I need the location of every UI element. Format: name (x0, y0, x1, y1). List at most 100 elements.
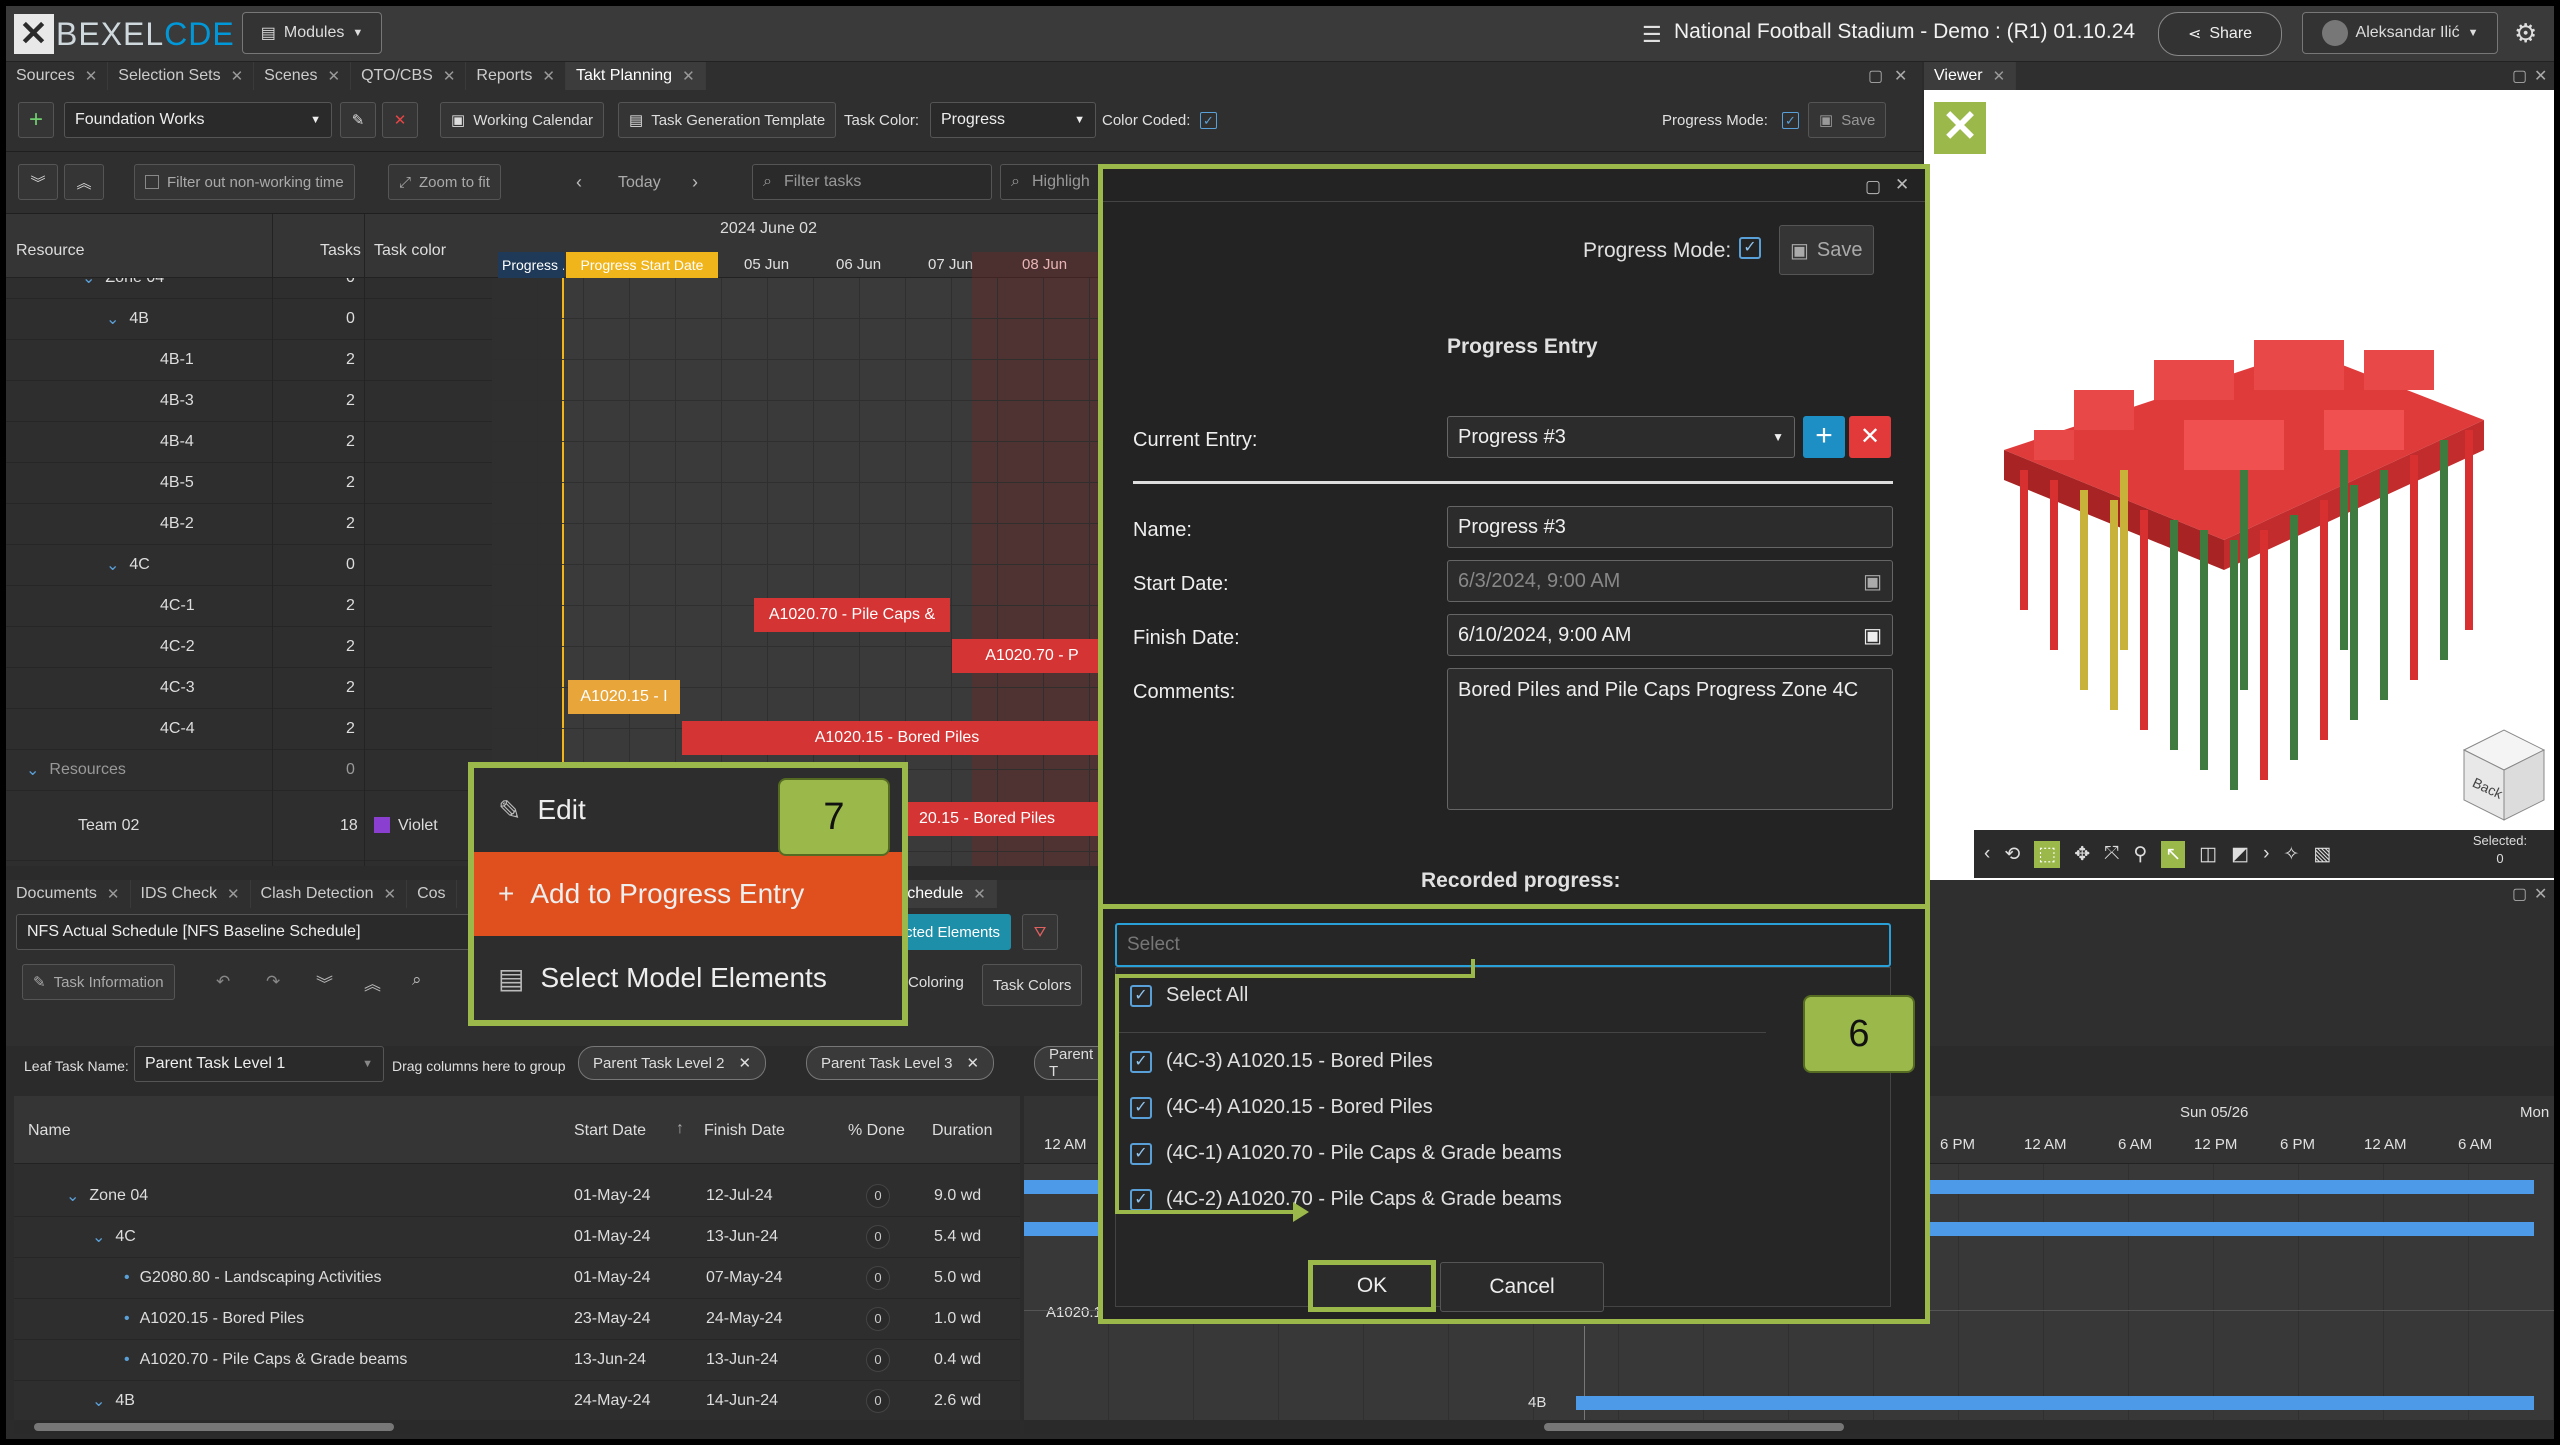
tab-ids-check[interactable]: IDS Check ✕ (131, 880, 251, 908)
tab-qto-cbs[interactable]: QTO/CBS ✕ (351, 62, 467, 90)
comments-textarea[interactable]: Bored Piles and Pile Caps Progress Zone … (1447, 668, 1893, 810)
chevron-down-icon[interactable]: ⌄ (26, 760, 39, 780)
table-row[interactable]: • A1020.70 - Pile Caps & Grade beams 13-Ju… (14, 1340, 1020, 1381)
task-generation-template-button[interactable]: ▤ Task Generation Template (618, 102, 837, 138)
close-panel-icon[interactable]: ✕ (2534, 884, 2547, 904)
maximize-icon[interactable]: ▢ (2512, 66, 2527, 86)
maximize-icon[interactable]: ▢ (1868, 66, 1883, 86)
tab-documents[interactable]: Documents ✕ (6, 880, 131, 908)
table-row[interactable]: 4C-2 2 (6, 627, 492, 668)
orbit-icon[interactable]: ⟲ (2004, 843, 2020, 866)
chevron-down-icon[interactable]: ⌄ (106, 309, 119, 329)
table-row[interactable]: ⌄Zone 040 (6, 278, 492, 299)
progress-mode-checkbox[interactable]: ✓ (1782, 112, 1799, 129)
schedule-grid-scrollbar[interactable] (14, 1420, 1020, 1434)
modules-button[interactable]: ▤ Modules ▼ (242, 12, 382, 54)
tasks-column-header[interactable]: Tasks (320, 242, 361, 260)
table-row[interactable]: 4B-2 2 (6, 504, 492, 545)
calendar-icon[interactable]: ▣ (1863, 623, 1882, 648)
select-icon[interactable]: ⬚ (2034, 840, 2061, 868)
chevron-down-icon[interactable]: ⌄ (92, 1391, 105, 1411)
finish-date-column-header[interactable]: Finish Date (704, 1122, 785, 1140)
table-row[interactable]: • G2080.80 - Landscaping Activities 01-May… (14, 1258, 1020, 1299)
task-color-column-header[interactable]: Task color (374, 242, 446, 260)
maximize-icon[interactable]: ▢ (1865, 177, 1881, 197)
task-bar[interactable]: A1020.15 - I (568, 680, 680, 714)
expand-all-button[interactable]: ︾ (18, 164, 58, 200)
chevron-right-icon[interactable]: › (2263, 843, 2269, 865)
plan-select[interactable]: Foundation Works ▼ (64, 102, 332, 138)
close-icon[interactable]: ✕ (966, 1054, 979, 1072)
menu-icon[interactable]: ☰ (1642, 22, 1662, 48)
sort-asc-icon[interactable]: ↑ (676, 1120, 684, 1138)
table-row[interactable]: ⌄ Resources 0 (6, 750, 492, 791)
user-menu-button[interactable]: Aleksandar Ilić ▼ (2302, 12, 2498, 54)
name-column-header[interactable]: Name (28, 1122, 71, 1140)
table-row[interactable]: 4C-4 2 (6, 709, 492, 750)
close-icon[interactable]: ✕ (973, 885, 986, 903)
close-icon[interactable]: ✕ (682, 67, 695, 85)
table-row[interactable]: ⌄ 4C 0 (6, 545, 492, 586)
delete-plan-button[interactable]: ✕ (382, 102, 418, 138)
percent-done-column-header[interactable]: % Done (848, 1122, 905, 1140)
box-icon[interactable]: ▧ (2313, 843, 2331, 866)
task-bar[interactable]: A1020.15 - Bored Piles (682, 721, 1112, 755)
leaf-task-select[interactable]: Parent Task Level 1 ▼ (134, 1046, 384, 1082)
pan-icon[interactable]: ✥ (2074, 843, 2090, 866)
close-icon[interactable]: ✕ (542, 67, 555, 85)
cursor-icon[interactable]: ↖ (2161, 840, 2186, 868)
table-row[interactable]: ⌄ 4B 0 (6, 299, 492, 340)
progress-mode-checkbox[interactable]: ✓ (1739, 237, 1761, 259)
close-icon[interactable]: ✕ (107, 885, 120, 903)
duration-column-header[interactable]: Duration (932, 1122, 992, 1140)
chevron-left-icon[interactable]: ‹ (576, 172, 582, 193)
color-coded-checkbox[interactable]: ✓ (1200, 112, 1217, 129)
undo-icon[interactable]: ↶ (216, 972, 230, 992)
task-bar[interactable]: A1020.70 - Pile Caps & (754, 598, 950, 632)
progress-start-date-marker[interactable]: Progress Start Date (566, 252, 718, 278)
tab-takt-planning[interactable]: Takt Planning ✕ (566, 62, 706, 90)
start-date-field[interactable]: 6/3/2024, 9:00 AM ▣ (1447, 560, 1893, 602)
add-to-progress-entry-menu-item[interactable]: + Add to Progress Entry (474, 852, 902, 936)
table-row[interactable]: 4B-1 2 (6, 340, 492, 381)
model-viewer[interactable]: ✕ Back ‹ ⟲ ⬚ ✥ ⤧ ⚲ ↖ ◫ ◩ › ✧ ▧ Selected:… (1924, 90, 2554, 880)
table-row[interactable]: 4B-3 2 (6, 381, 492, 422)
filter-nonworking-toggle[interactable]: Filter out non-working time (134, 164, 355, 200)
tab-clash-detection[interactable]: Clash Detection ✕ (251, 880, 408, 908)
group-chip[interactable]: Parent Task Level 3 ✕ (806, 1046, 995, 1080)
close-panel-icon[interactable]: ✕ (1894, 66, 1907, 86)
chevrons-down-icon[interactable]: ︾ (316, 970, 333, 995)
chevron-down-icon[interactable]: ⌄ (82, 278, 95, 288)
chevron-down-icon[interactable]: ⌄ (66, 1186, 79, 1206)
tab-reports[interactable]: Reports ✕ (466, 62, 566, 90)
task-color-select[interactable]: Progress ▼ (930, 102, 1096, 138)
tab-sources[interactable]: Sources ✕ (6, 62, 109, 90)
add-plan-button[interactable]: + (18, 102, 54, 138)
add-entry-button[interactable]: + (1803, 416, 1845, 458)
schedule-bar[interactable] (1576, 1396, 2534, 1410)
working-calendar-button[interactable]: ▣ Working Calendar (440, 102, 604, 138)
filter-tasks-input[interactable]: ⌕ Filter tasks (752, 164, 992, 200)
current-entry-select[interactable]: Progress #3 ▼ (1447, 416, 1795, 458)
select-model-elements-menu-item[interactable]: ▤ Select Model Elements (474, 936, 902, 1020)
tab-cost[interactable]: Cos (407, 880, 457, 908)
gear-icon[interactable]: ⚙ (2514, 18, 2537, 49)
close-icon[interactable]: ✕ (1895, 175, 1909, 195)
name-field[interactable]: Progress #3 (1447, 506, 1893, 548)
table-row[interactable]: Team 02 18 Violet (6, 791, 492, 861)
chevron-down-icon[interactable]: ⌄ (92, 1227, 105, 1247)
calendar-icon[interactable]: ▣ (1863, 569, 1882, 594)
task-bar[interactable]: A1020.70 - P (952, 639, 1112, 673)
zoom-in-icon[interactable]: ⌕ (412, 970, 422, 990)
close-icon[interactable]: ✕ (738, 1054, 751, 1072)
close-icon[interactable]: ✕ (231, 67, 244, 85)
zoom-to-fit-button[interactable]: ⤢ Zoom to fit (388, 164, 501, 200)
table-row[interactable]: 4C-3 2 (6, 668, 492, 709)
edit-plan-button[interactable]: ✎ (340, 102, 376, 138)
tab-viewer[interactable]: Viewer ✕ (1924, 62, 2017, 90)
collapse-all-button[interactable]: ︽ (64, 164, 104, 200)
save-button[interactable]: ▣ Save (1779, 225, 1874, 275)
close-icon[interactable]: ✕ (328, 67, 341, 85)
delete-entry-button[interactable]: ✕ (1849, 416, 1891, 458)
table-row[interactable]: ⌄ Zone 04 01-May-24 12-Jul-24 0 9.0 wd (14, 1176, 1020, 1217)
